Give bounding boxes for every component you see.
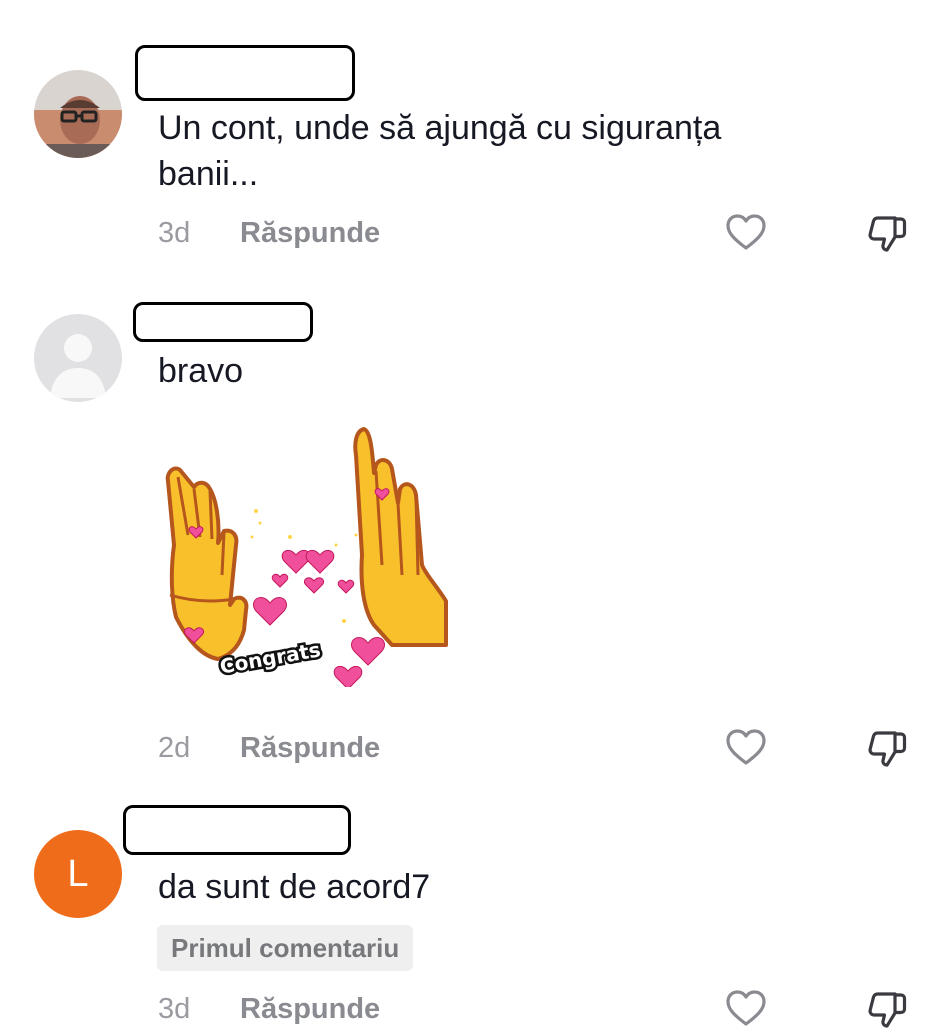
comment-time: 3d xyxy=(158,217,191,249)
congrats-sticker[interactable]: Congrats xyxy=(160,425,450,687)
redacted-username xyxy=(123,805,351,855)
comment-time: 3d xyxy=(158,993,191,1025)
heart-outline-icon[interactable] xyxy=(724,987,768,1031)
user-avatar[interactable] xyxy=(34,70,122,158)
comment-actions: 2d Răspunde xyxy=(158,728,918,768)
comment-text: bravo xyxy=(158,352,244,390)
heart-outline-icon[interactable] xyxy=(724,726,768,770)
comment-text: da sunt de acord7 xyxy=(158,868,431,906)
reply-button[interactable]: Răspunde xyxy=(240,728,380,768)
comment-text: Un cont, unde să ajungă cu siguranța ban… xyxy=(158,109,722,193)
redacted-username xyxy=(133,302,313,342)
reply-button[interactable]: Răspunde xyxy=(240,989,380,1029)
redacted-username xyxy=(135,45,355,101)
thumbs-down-icon[interactable] xyxy=(864,986,910,1032)
first-comment-badge: Primul comentariu xyxy=(157,925,414,971)
thumbs-down-icon[interactable] xyxy=(864,725,910,771)
user-avatar-default[interactable] xyxy=(34,314,122,402)
comment-time: 2d xyxy=(158,732,191,764)
comment-actions: 3d Răspunde xyxy=(158,989,918,1029)
heart-outline-icon[interactable] xyxy=(724,211,768,255)
reply-button[interactable]: Răspunde xyxy=(240,213,380,253)
user-avatar-letter[interactable]: L xyxy=(34,830,122,918)
comment-actions: 3d Răspunde xyxy=(158,213,918,253)
thumbs-down-icon[interactable] xyxy=(864,210,910,256)
